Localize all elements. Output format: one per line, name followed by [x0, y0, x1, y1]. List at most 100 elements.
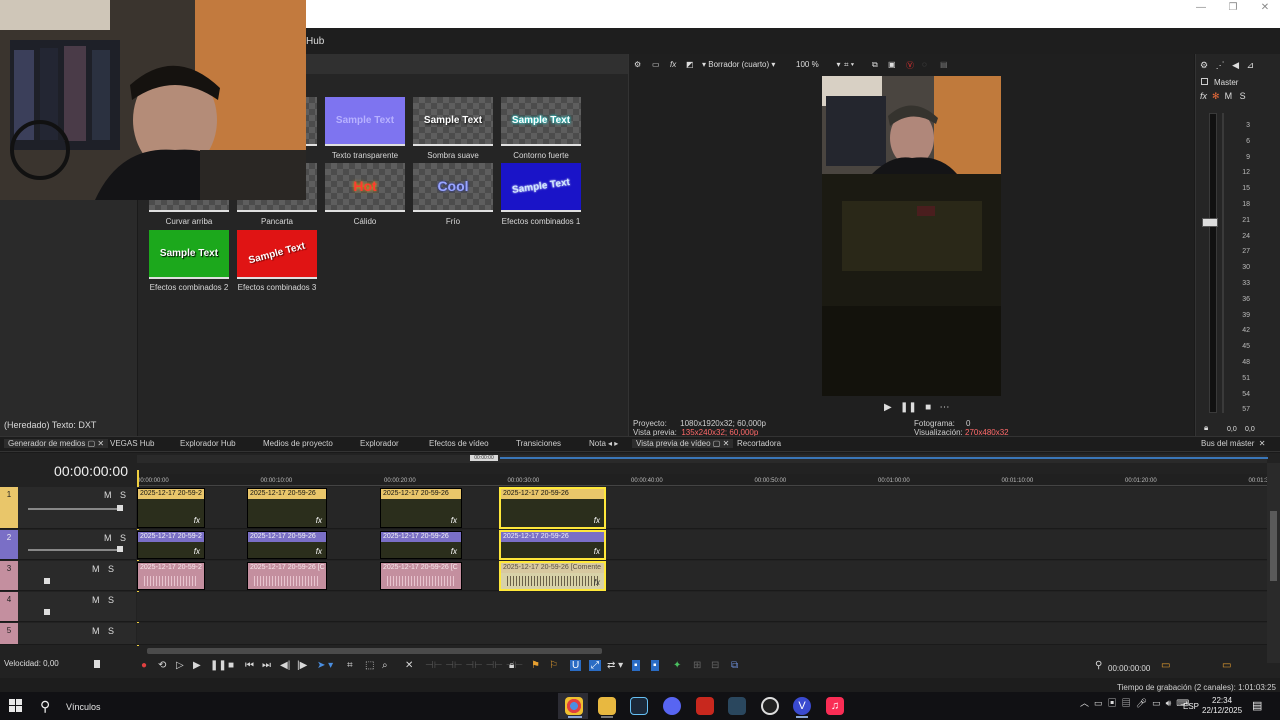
- track-header-3[interactable]: 3 M S: [0, 561, 136, 591]
- fx-icon[interactable]: fx: [316, 516, 322, 525]
- video-clip[interactable]: 2025-12-17 20-59-2 fx: [137, 531, 205, 559]
- marker-pin-icon[interactable]: ⚲: [1095, 660, 1102, 671]
- play-from-start-icon[interactable]: ▷: [176, 660, 184, 671]
- preset-efectos-combinados-1[interactable]: Sample Text: [501, 163, 581, 212]
- track-header-4[interactable]: 4 M S: [0, 592, 136, 622]
- restore-icon[interactable]: ❐: [1218, 2, 1248, 14]
- preview-quality-select[interactable]: ▾ Borrador (cuarto) ▾: [702, 60, 775, 69]
- tray-app-icon[interactable]: ▤: [1122, 698, 1131, 708]
- network-icon[interactable]: ▭: [1152, 698, 1161, 708]
- mute-icon[interactable]: ⊿: [1247, 60, 1255, 70]
- preset-sombra-suave[interactable]: Sample Text: [413, 97, 493, 146]
- marker-icon[interactable]: ⚑: [531, 660, 540, 671]
- gear-icon[interactable]: ✻: [1212, 91, 1220, 101]
- fx-icon[interactable]: fx: [194, 547, 200, 556]
- steam-icon[interactable]: [728, 697, 746, 715]
- video-clip[interactable]: 2025-12-17 20-59-26 fx: [247, 488, 327, 528]
- audio-clip[interactable]: 2025-12-17 20-59-2: [137, 562, 205, 590]
- chevron-up-icon[interactable]: ︿: [1080, 698, 1089, 708]
- record-icon[interactable]: ●: [141, 660, 147, 671]
- region-icon[interactable]: ⚐: [549, 660, 558, 671]
- stop-icon[interactable]: ■: [228, 660, 234, 671]
- timeline-vertical-scrollbar[interactable]: [1267, 463, 1280, 663]
- grid-icon[interactable]: ⌗ ▾: [844, 60, 854, 70]
- color-grading-icon[interactable]: ✦: [673, 660, 681, 671]
- steam-icon[interactable]: [630, 697, 648, 715]
- close-icon[interactable]: ✕: [1250, 2, 1280, 14]
- tab-project-media[interactable]: Medios de proyecto: [263, 439, 333, 448]
- split-screen-icon[interactable]: ◩: [686, 60, 694, 69]
- gear-icon[interactable]: ⚙: [634, 60, 641, 69]
- save-snapshot-icon[interactable]: ▣: [888, 60, 896, 69]
- solo-button[interactable]: S: [108, 595, 114, 605]
- chrome-icon[interactable]: [565, 697, 583, 715]
- track-header-5[interactable]: 5 M S: [0, 623, 136, 645]
- preset-frio[interactable]: Cool: [413, 163, 493, 212]
- time-ruler[interactable]: [137, 474, 1267, 486]
- search-icon[interactable]: ⚲: [40, 698, 50, 715]
- opacity-slider[interactable]: [28, 508, 122, 510]
- opacity-slider[interactable]: [28, 549, 122, 551]
- fx-icon[interactable]: fx: [451, 547, 457, 556]
- play-icon[interactable]: ▶: [193, 660, 201, 671]
- mute-button[interactable]: M: [92, 564, 100, 574]
- track-lane-5[interactable]: [137, 623, 1267, 645]
- tray-app-icon[interactable]: ▭: [1094, 698, 1103, 708]
- preset-efectos-combinados-3[interactable]: Sample Text: [237, 230, 317, 279]
- solo-button[interactable]: S: [108, 564, 114, 574]
- tab-trimmer[interactable]: Recortadora: [737, 439, 781, 448]
- windows-start-icon[interactable]: [9, 699, 23, 713]
- previous-frame-icon[interactable]: ◀|: [280, 660, 290, 671]
- generator-tree[interactable]: [0, 200, 138, 436]
- timeline-horizontal-scrollbar[interactable]: [137, 646, 1267, 656]
- lock-icon[interactable]: 🔒︎: [1204, 423, 1208, 433]
- lock-icon[interactable]: 🔒︎: [509, 660, 514, 671]
- ignore-grouping-icon[interactable]: ▪: [651, 660, 659, 671]
- fx-icon[interactable]: fx: [594, 547, 600, 556]
- audio-clip[interactable]: 2025-12-17 20-59-26 [C: [247, 562, 327, 590]
- scroll-thumb[interactable]: [1270, 511, 1277, 581]
- solo-button[interactable]: S: [1240, 91, 1246, 101]
- preset-calido[interactable]: Hot: [325, 163, 405, 212]
- vegas-icon[interactable]: V: [793, 697, 811, 715]
- pause-icon[interactable]: ❚❚: [210, 660, 227, 671]
- zoom-select[interactable]: 100 % ▾: [796, 60, 840, 69]
- volume-slider-handle[interactable]: [44, 609, 50, 615]
- mute-button[interactable]: M: [1225, 91, 1233, 101]
- fx-icon[interactable]: fx: [316, 547, 322, 556]
- window-icon[interactable]: ▭: [1161, 660, 1170, 671]
- music-icon[interactable]: ♫: [826, 697, 844, 715]
- window-icon[interactable]: ▭: [1222, 660, 1231, 671]
- discord-icon[interactable]: [663, 697, 681, 715]
- preset-contorno-fuerte[interactable]: Sample Text: [501, 97, 581, 146]
- file-explorer-icon[interactable]: [598, 697, 616, 715]
- stop-icon[interactable]: ■: [925, 402, 931, 413]
- loop-marker[interactable]: 00:00:00: [470, 455, 498, 461]
- video-clip[interactable]: 2025-12-17 20-59-2 fx: [137, 488, 205, 528]
- video-clip[interactable]: 2025-12-17 20-59-26 fx: [380, 531, 462, 559]
- volume-slider-handle[interactable]: [44, 578, 50, 584]
- play-icon[interactable]: ▶: [884, 402, 892, 413]
- master-checkbox[interactable]: [1201, 78, 1208, 85]
- video-clip-selected[interactable]: 2025-12-17 20-59-26 fx: [499, 530, 606, 560]
- scroll-thumb[interactable]: [147, 648, 602, 654]
- audio-clip-selected[interactable]: 2025-12-17 20-59-26 [Comente fx: [499, 561, 606, 591]
- taskbar-clock[interactable]: 22:34 22/12/2025: [1202, 696, 1242, 716]
- audio-clip[interactable]: 2025-12-17 20-59-26 [C: [380, 562, 462, 590]
- minimize-icon[interactable]: —: [1186, 2, 1216, 14]
- tab-video-fx[interactable]: Efectos de vídeo: [429, 439, 489, 448]
- snap-icon[interactable]: U: [570, 660, 582, 671]
- tab-scroll-arrows[interactable]: ◂ ▸: [608, 439, 618, 448]
- lock-envelopes-icon[interactable]: ▪: [632, 660, 640, 671]
- mute-button[interactable]: M: [92, 626, 100, 636]
- tab-video-preview[interactable]: Vista previa de vídeo ▢ ✕: [632, 439, 734, 448]
- fx-icon[interactable]: fx: [594, 516, 600, 525]
- nest-icon[interactable]: ⧉: [731, 660, 738, 671]
- selection-tool-icon[interactable]: ⬚: [365, 660, 374, 671]
- tab-explorer[interactable]: Explorador: [360, 439, 399, 448]
- language-indicator[interactable]: ESP: [1183, 702, 1199, 711]
- fx-icon[interactable]: fx: [1200, 91, 1207, 101]
- tab-transitions[interactable]: Transiciones: [516, 439, 561, 448]
- preset-efectos-combinados-2[interactable]: Sample Text: [149, 230, 229, 279]
- more-icon[interactable]: ⋯: [940, 402, 950, 413]
